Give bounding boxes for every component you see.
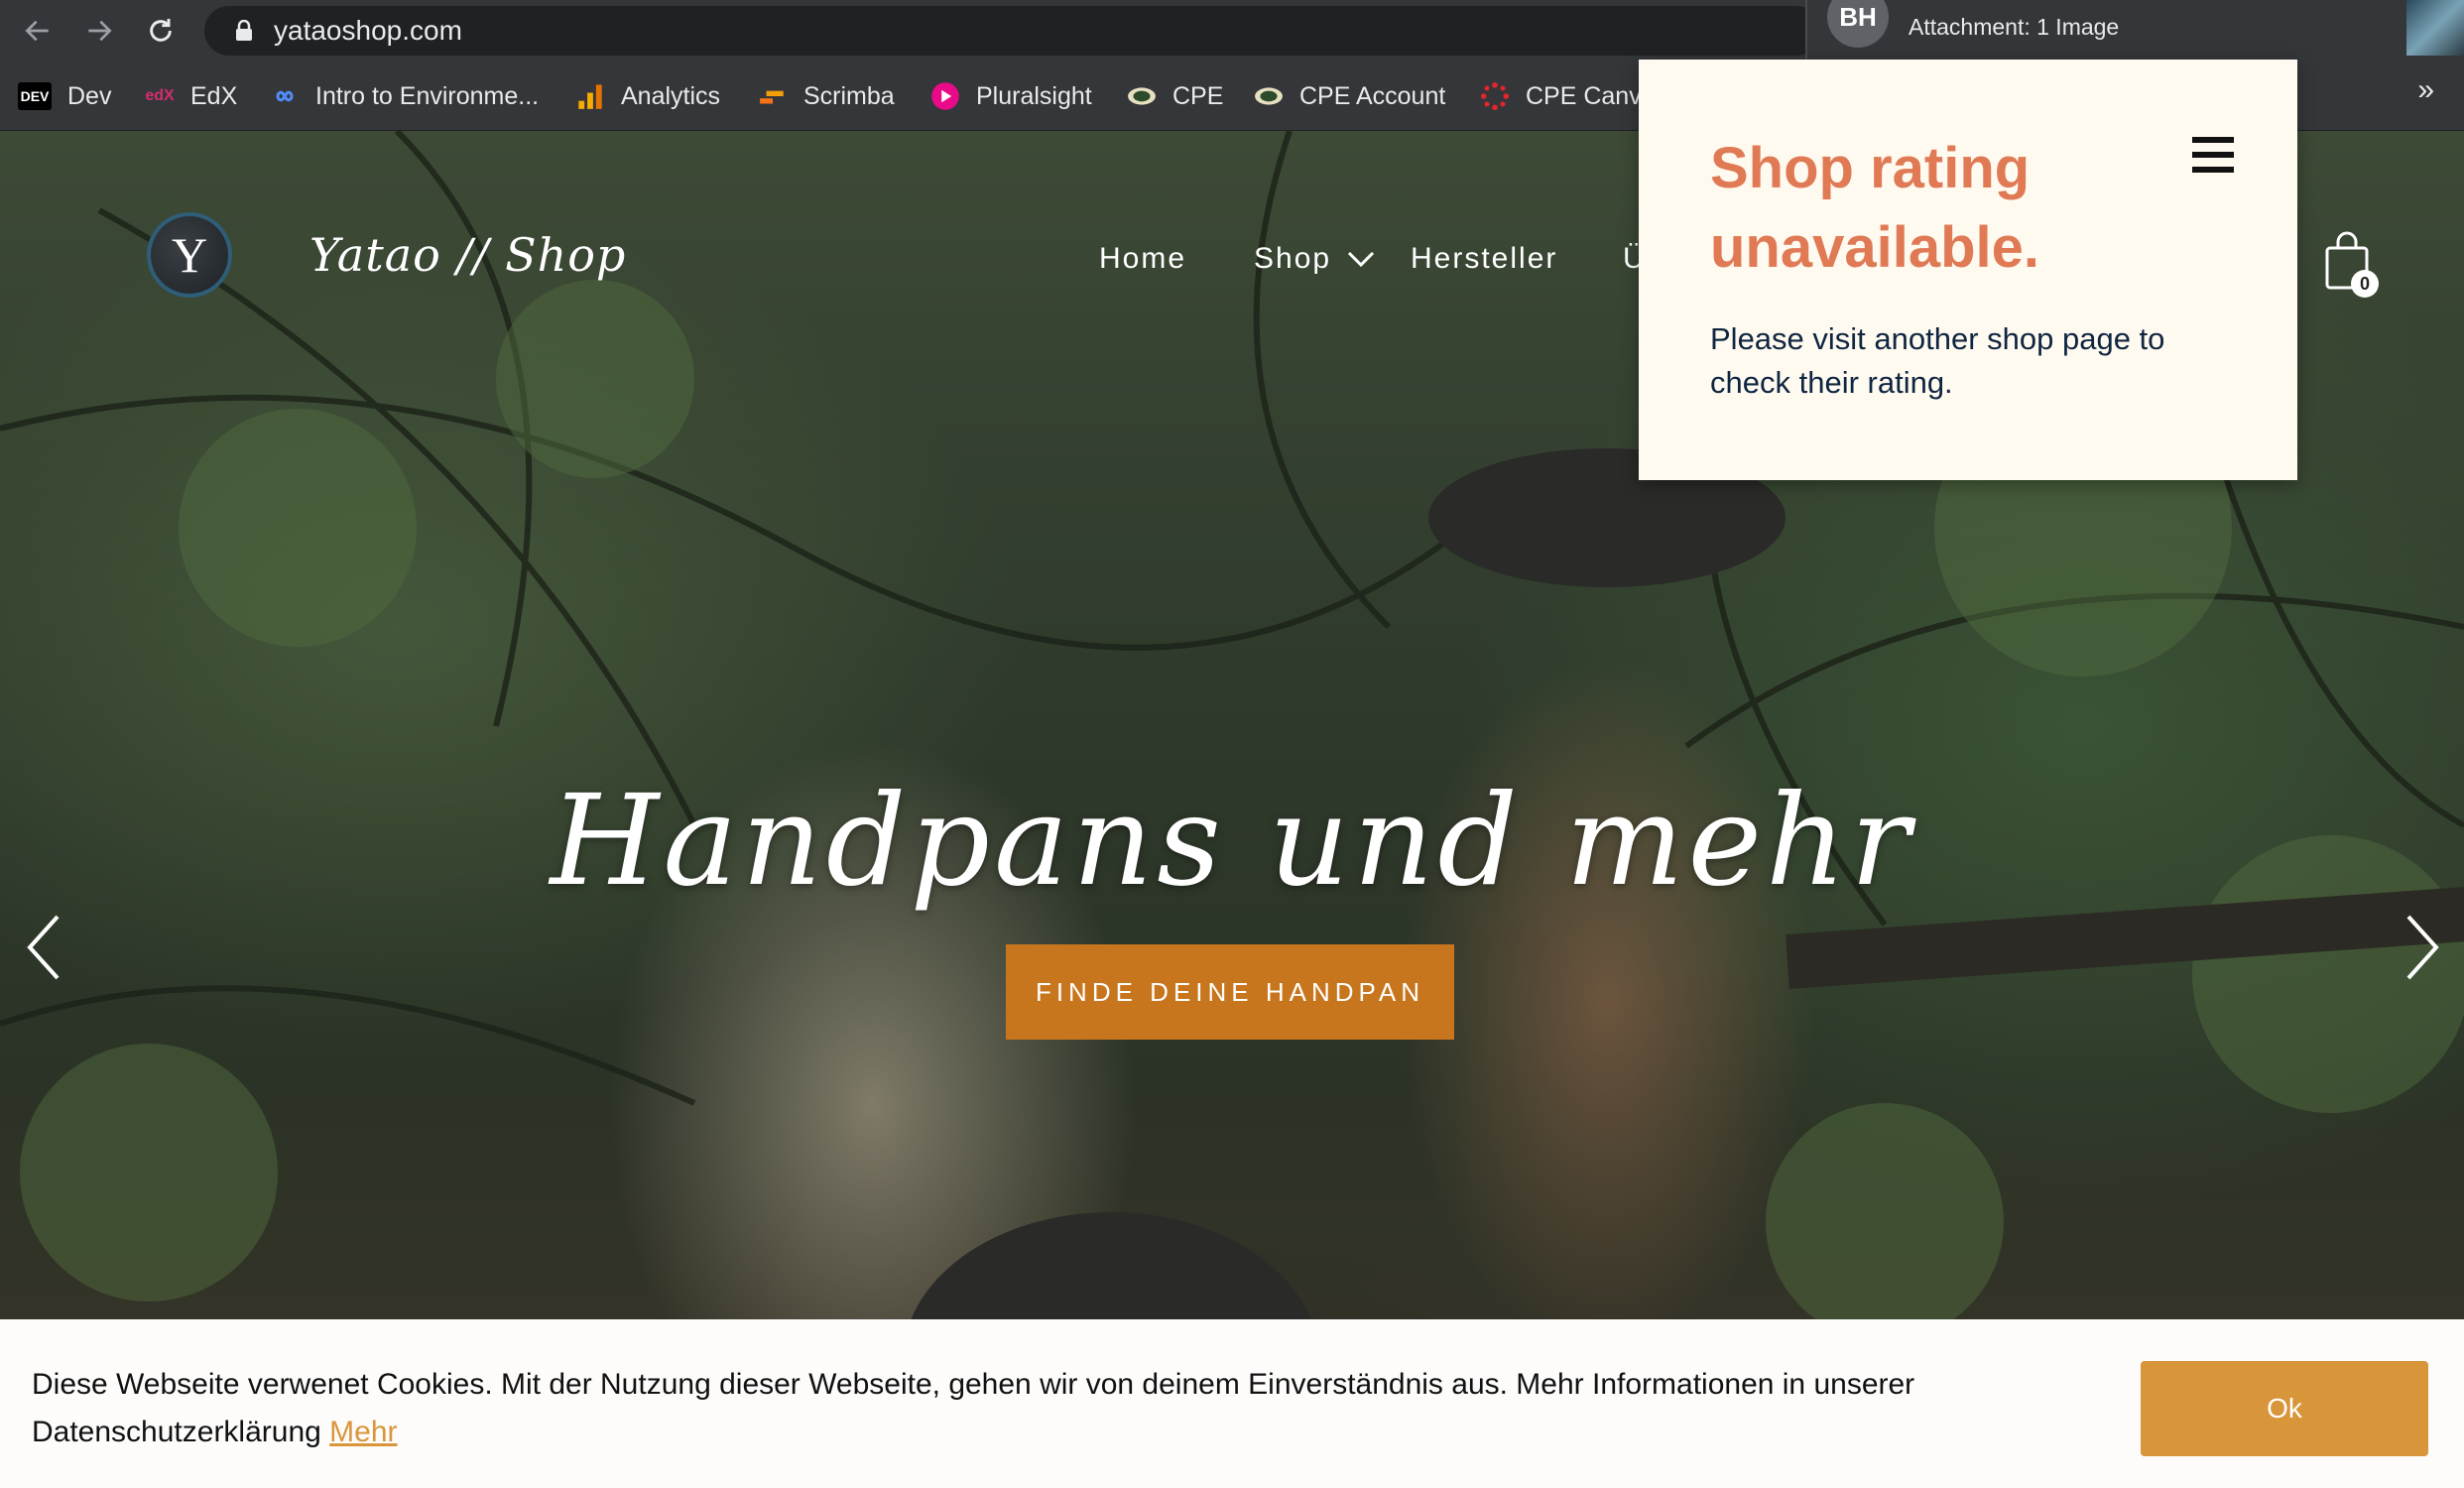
cpe-icon	[1127, 81, 1157, 111]
bookmark-label: EdX	[190, 81, 238, 110]
avatar: BH	[1827, 0, 1889, 48]
bookmark-label: Intro to Environme...	[315, 81, 540, 110]
hero-headline: Handpans und mehr	[550, 768, 1914, 914]
bookmark-label: CPE Canv	[1526, 81, 1642, 110]
chevron-left-icon[interactable]	[24, 913, 63, 982]
bookmark-dev[interactable]: DEV Dev	[18, 79, 111, 113]
find-handpan-button[interactable]: FINDE DEINE HANDPAN	[1006, 944, 1454, 1040]
bookmark-label: CPE	[1172, 81, 1224, 110]
chevron-down-icon[interactable]	[1347, 250, 1375, 268]
arrow-left-icon	[25, 20, 49, 42]
popup-message: Please visit another shop page to check …	[1710, 321, 2165, 400]
bookmark-cpe-canvas[interactable]: CPE Canv	[1480, 79, 1642, 113]
bookmark-edx[interactable]: edX EdX	[145, 79, 237, 113]
cart-count-badge: 0	[2351, 270, 2379, 298]
bookmark-label: Analytics	[621, 81, 721, 110]
chevron-right-icon[interactable]	[2402, 913, 2442, 982]
reload-button[interactable]	[137, 7, 185, 55]
nav-home[interactable]: Home	[1099, 242, 1186, 276]
scrimba-icon	[758, 81, 788, 111]
infinity-icon	[270, 81, 300, 111]
brand-name[interactable]: Yatao // Shop	[309, 228, 626, 282]
cookie-banner: Diese Webseite verwenet Cookies. Mit der…	[0, 1319, 2464, 1488]
bookmark-intro-environment[interactable]: Intro to Environme...	[270, 79, 539, 113]
nav-hersteller[interactable]: Hersteller	[1411, 242, 1557, 276]
analytics-icon	[575, 81, 605, 111]
bookmarks-overflow-button[interactable]: »	[2417, 73, 2434, 107]
attachment-thumbnail	[2406, 0, 2464, 56]
browser-toolbar: yataoshop.com G BH Attachment: 1 Image	[0, 0, 2464, 71]
forward-button[interactable]	[75, 7, 123, 55]
bookmark-cpe[interactable]: CPE	[1127, 79, 1223, 113]
notification-text: Attachment: 1 Image	[1909, 14, 2120, 40]
bookmark-scrimba[interactable]: Scrimba	[758, 79, 895, 113]
cookie-ok-button[interactable]: Ok	[2141, 1361, 2428, 1456]
bookmark-pluralsight[interactable]: Pluralsight	[930, 79, 1092, 113]
back-button[interactable]	[14, 7, 62, 55]
dev-icon: DEV	[18, 82, 52, 110]
cookie-message: Diese Webseite verwenet Cookies. Mit der…	[32, 1361, 1966, 1456]
site-logo[interactable]: Y	[147, 212, 232, 298]
reload-icon	[150, 19, 172, 42]
canvas-icon	[1480, 81, 1510, 111]
lock-icon	[236, 20, 252, 41]
cpe-icon	[1254, 81, 1284, 111]
cookie-text: Diese Webseite verwenet Cookies. Mit der…	[32, 1368, 1915, 1448]
nav-shop[interactable]: Shop	[1254, 242, 1331, 276]
bookmark-label: CPE Account	[1299, 81, 1446, 110]
bookmark-label: Pluralsight	[976, 81, 1092, 110]
cookie-more-link[interactable]: Mehr	[329, 1416, 397, 1448]
bookmark-cpe-account[interactable]: CPE Account	[1254, 79, 1445, 113]
edx-icon: edX	[145, 87, 175, 104]
address-bar[interactable]: yataoshop.com G	[204, 6, 2011, 56]
popup-title: Shop rating unavailable.	[1710, 136, 2040, 280]
shop-rating-popup: Shop rating unavailable. Please visit an…	[1639, 60, 2297, 480]
bookmark-label: Scrimba	[803, 81, 895, 110]
pluralsight-icon	[930, 81, 960, 111]
arrow-right-icon	[88, 20, 112, 42]
url-text: yataoshop.com	[274, 15, 462, 46]
hamburger-menu-icon[interactable]	[2192, 135, 2234, 175]
bookmark-analytics[interactable]: Analytics	[575, 79, 720, 113]
bookmark-label: Dev	[67, 81, 112, 110]
